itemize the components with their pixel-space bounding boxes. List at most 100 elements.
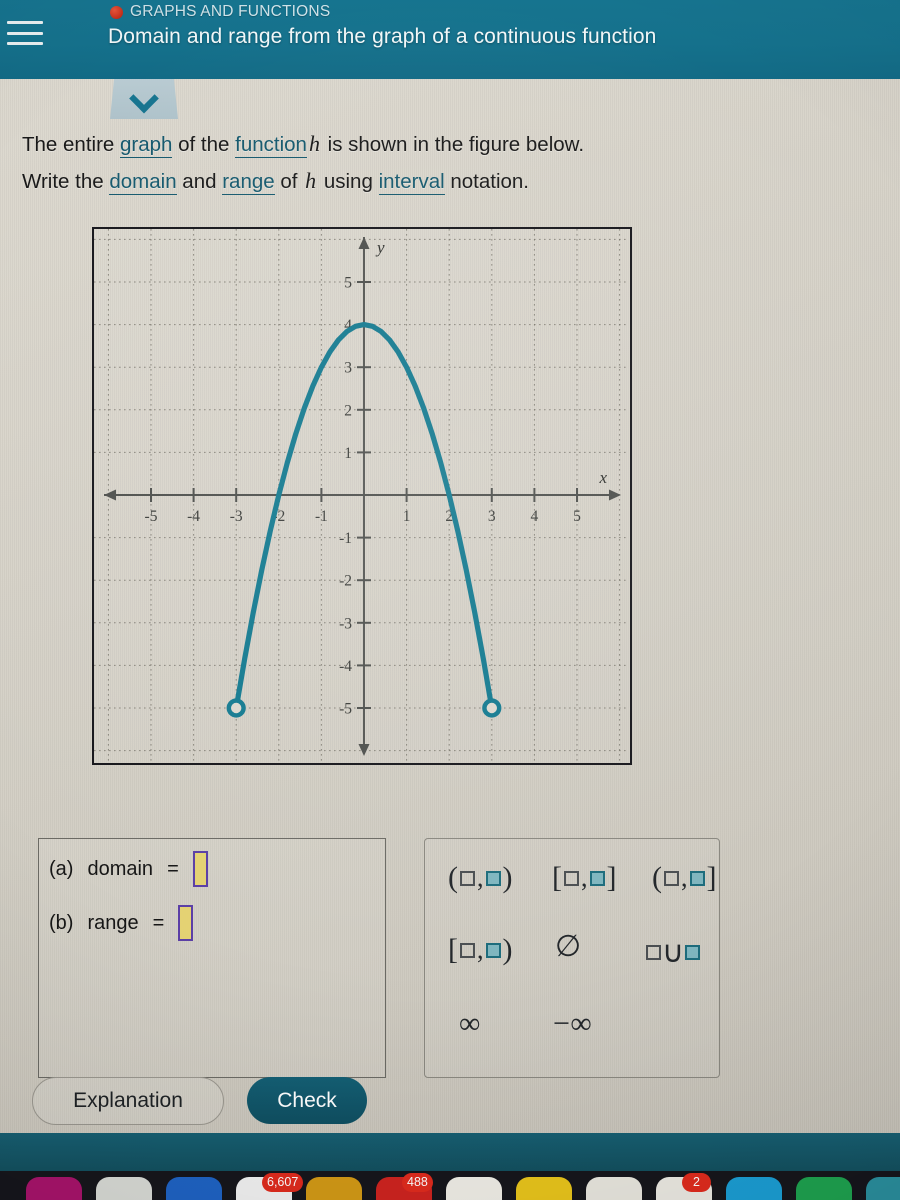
function-graph: -5 -4 -3 -2 -1 1 2 3 4 5 5 4 3 2 1 -1 -2 -3 -4 -5 x y	[92, 227, 632, 765]
prompt-text: using	[318, 170, 379, 193]
domain-equals: =	[167, 857, 179, 880]
prompt-text: of	[274, 170, 304, 193]
comma-glyph: ,	[477, 863, 484, 892]
bracket-glyph: (	[448, 861, 458, 894]
breadcrumb: GRAPHS AND FUNCTIONS	[110, 3, 330, 21]
palette-closed-open-interval[interactable]: [,)	[447, 935, 514, 965]
app-icon-notes[interactable]	[586, 1177, 642, 1200]
domain-part-label: (a)	[49, 857, 74, 880]
breadcrumb-label: GRAPHS AND FUNCTIONS	[130, 3, 331, 20]
bracket-glyph: )	[502, 861, 513, 894]
palette-empty-set[interactable]: ∅	[555, 929, 582, 964]
svg-text:1: 1	[344, 445, 352, 462]
palette-open-closed-interval[interactable]: (,]	[651, 863, 718, 893]
palette-slot-filled	[485, 942, 501, 958]
domain-label: domain	[87, 857, 154, 880]
palette-closed-closed-interval[interactable]: [,]	[551, 863, 618, 893]
comma-glyph: ,	[581, 863, 588, 892]
hamburger-menu-icon[interactable]	[7, 18, 43, 48]
svg-text:-5: -5	[145, 508, 158, 525]
app-icon-blue[interactable]	[166, 1177, 222, 1200]
svg-text:x: x	[598, 468, 607, 487]
svg-text:-1: -1	[339, 530, 352, 547]
symbol-glyph: ∪	[662, 936, 685, 969]
palette-negative-infinity[interactable]: −∞	[553, 1007, 592, 1041]
palette-union[interactable]: ∪	[645, 935, 701, 970]
question-prompt: The entire graph of the functionh is sho…	[22, 126, 872, 200]
palette-slot-empty	[664, 870, 679, 886]
palette-slot-filled	[685, 945, 701, 960]
bracket-glyph: ]	[606, 861, 617, 894]
svg-text:3: 3	[344, 360, 352, 377]
domain-answer-row: (a) domain =	[49, 851, 208, 887]
app-icon-white[interactable]	[96, 1177, 152, 1200]
comma-glyph: ,	[681, 863, 688, 892]
palette-slot-empty	[646, 945, 661, 960]
palette-open-open-interval[interactable]: (,)	[447, 863, 514, 893]
app-icon-cyan[interactable]	[726, 1177, 782, 1200]
app-icon-yellow[interactable]	[516, 1177, 572, 1200]
app-icon-amber[interactable]	[306, 1177, 362, 1200]
svg-text:2: 2	[344, 402, 352, 419]
prompt-text: and	[176, 170, 223, 193]
symbol-glyph: −∞	[553, 1007, 593, 1040]
prompt-line-1: The entire graph of the functionh is sho…	[22, 126, 872, 163]
bracket-glyph: [	[448, 933, 458, 966]
svg-text:-4: -4	[339, 658, 352, 675]
prompt-text: The entire	[22, 133, 120, 156]
svg-text:-2: -2	[339, 573, 352, 590]
palette-infinity[interactable]: ∞	[459, 1007, 481, 1041]
dock-badge: 488	[402, 1173, 433, 1192]
range-answer-row: (b) range =	[49, 905, 194, 941]
app-icon-edge[interactable]	[866, 1177, 900, 1200]
palette-slot-filled	[485, 870, 501, 886]
bracket-glyph: ]	[706, 861, 717, 894]
range-equals: =	[152, 911, 165, 934]
svg-text:-4: -4	[187, 508, 200, 525]
svg-text:-3: -3	[230, 508, 243, 525]
app-icon-magenta[interactable]	[26, 1177, 82, 1200]
svg-text:4: 4	[531, 508, 539, 525]
app-icon-photos[interactable]	[446, 1177, 502, 1200]
symbol-glyph: ∞	[459, 1007, 481, 1040]
bracket-glyph: (	[652, 861, 662, 894]
os-dock[interactable]: 6,607 488 2	[0, 1171, 900, 1200]
notation-palette: (,) [,] (,] [,) ∅ ∪ ∞ −∞	[424, 838, 720, 1078]
palette-slot-empty	[564, 870, 579, 886]
svg-text:-5: -5	[339, 701, 352, 718]
bracket-glyph: )	[502, 933, 513, 966]
range-input[interactable]	[178, 905, 194, 941]
app-header: GRAPHS AND FUNCTIONS Domain and range fr…	[0, 0, 900, 79]
symbol-glyph: ∅	[555, 930, 582, 963]
app-footer-bar	[0, 1133, 900, 1171]
svg-text:3: 3	[488, 508, 496, 525]
link-graph[interactable]: graph	[120, 133, 173, 158]
palette-slot-filled	[589, 870, 605, 886]
dock-badge: 6,607	[262, 1173, 304, 1192]
comma-glyph: ,	[477, 935, 484, 964]
palette-slot-empty	[460, 942, 475, 958]
link-range[interactable]: range	[222, 170, 275, 195]
link-function[interactable]: function	[235, 133, 307, 158]
explanation-button[interactable]: Explanation	[32, 1077, 224, 1125]
palette-slot-filled	[689, 870, 705, 886]
palette-slot-empty	[460, 870, 475, 886]
prompt-text: notation.	[444, 170, 529, 193]
svg-text:-1: -1	[315, 508, 328, 525]
prompt-line-2: Write the domain and range of h using in…	[22, 163, 872, 200]
svg-text:5: 5	[573, 508, 581, 525]
collapse-tab[interactable]	[110, 79, 178, 119]
svg-text:-3: -3	[339, 615, 352, 632]
svg-text:y: y	[375, 238, 385, 257]
svg-text:1: 1	[403, 508, 411, 525]
prompt-text: Write the	[22, 170, 110, 193]
chevron-down-icon	[129, 83, 159, 114]
range-part-label: (b)	[49, 911, 74, 934]
red-dot-icon	[110, 5, 123, 19]
app-icon-green[interactable]	[796, 1177, 852, 1200]
graph-svg: -5 -4 -3 -2 -1 1 2 3 4 554321-1-2-3-4-5xy	[94, 229, 629, 762]
link-domain[interactable]: domain	[109, 170, 177, 195]
domain-input[interactable]	[192, 851, 208, 887]
check-button[interactable]: Check	[247, 1077, 367, 1124]
link-interval[interactable]: interval	[378, 170, 445, 195]
